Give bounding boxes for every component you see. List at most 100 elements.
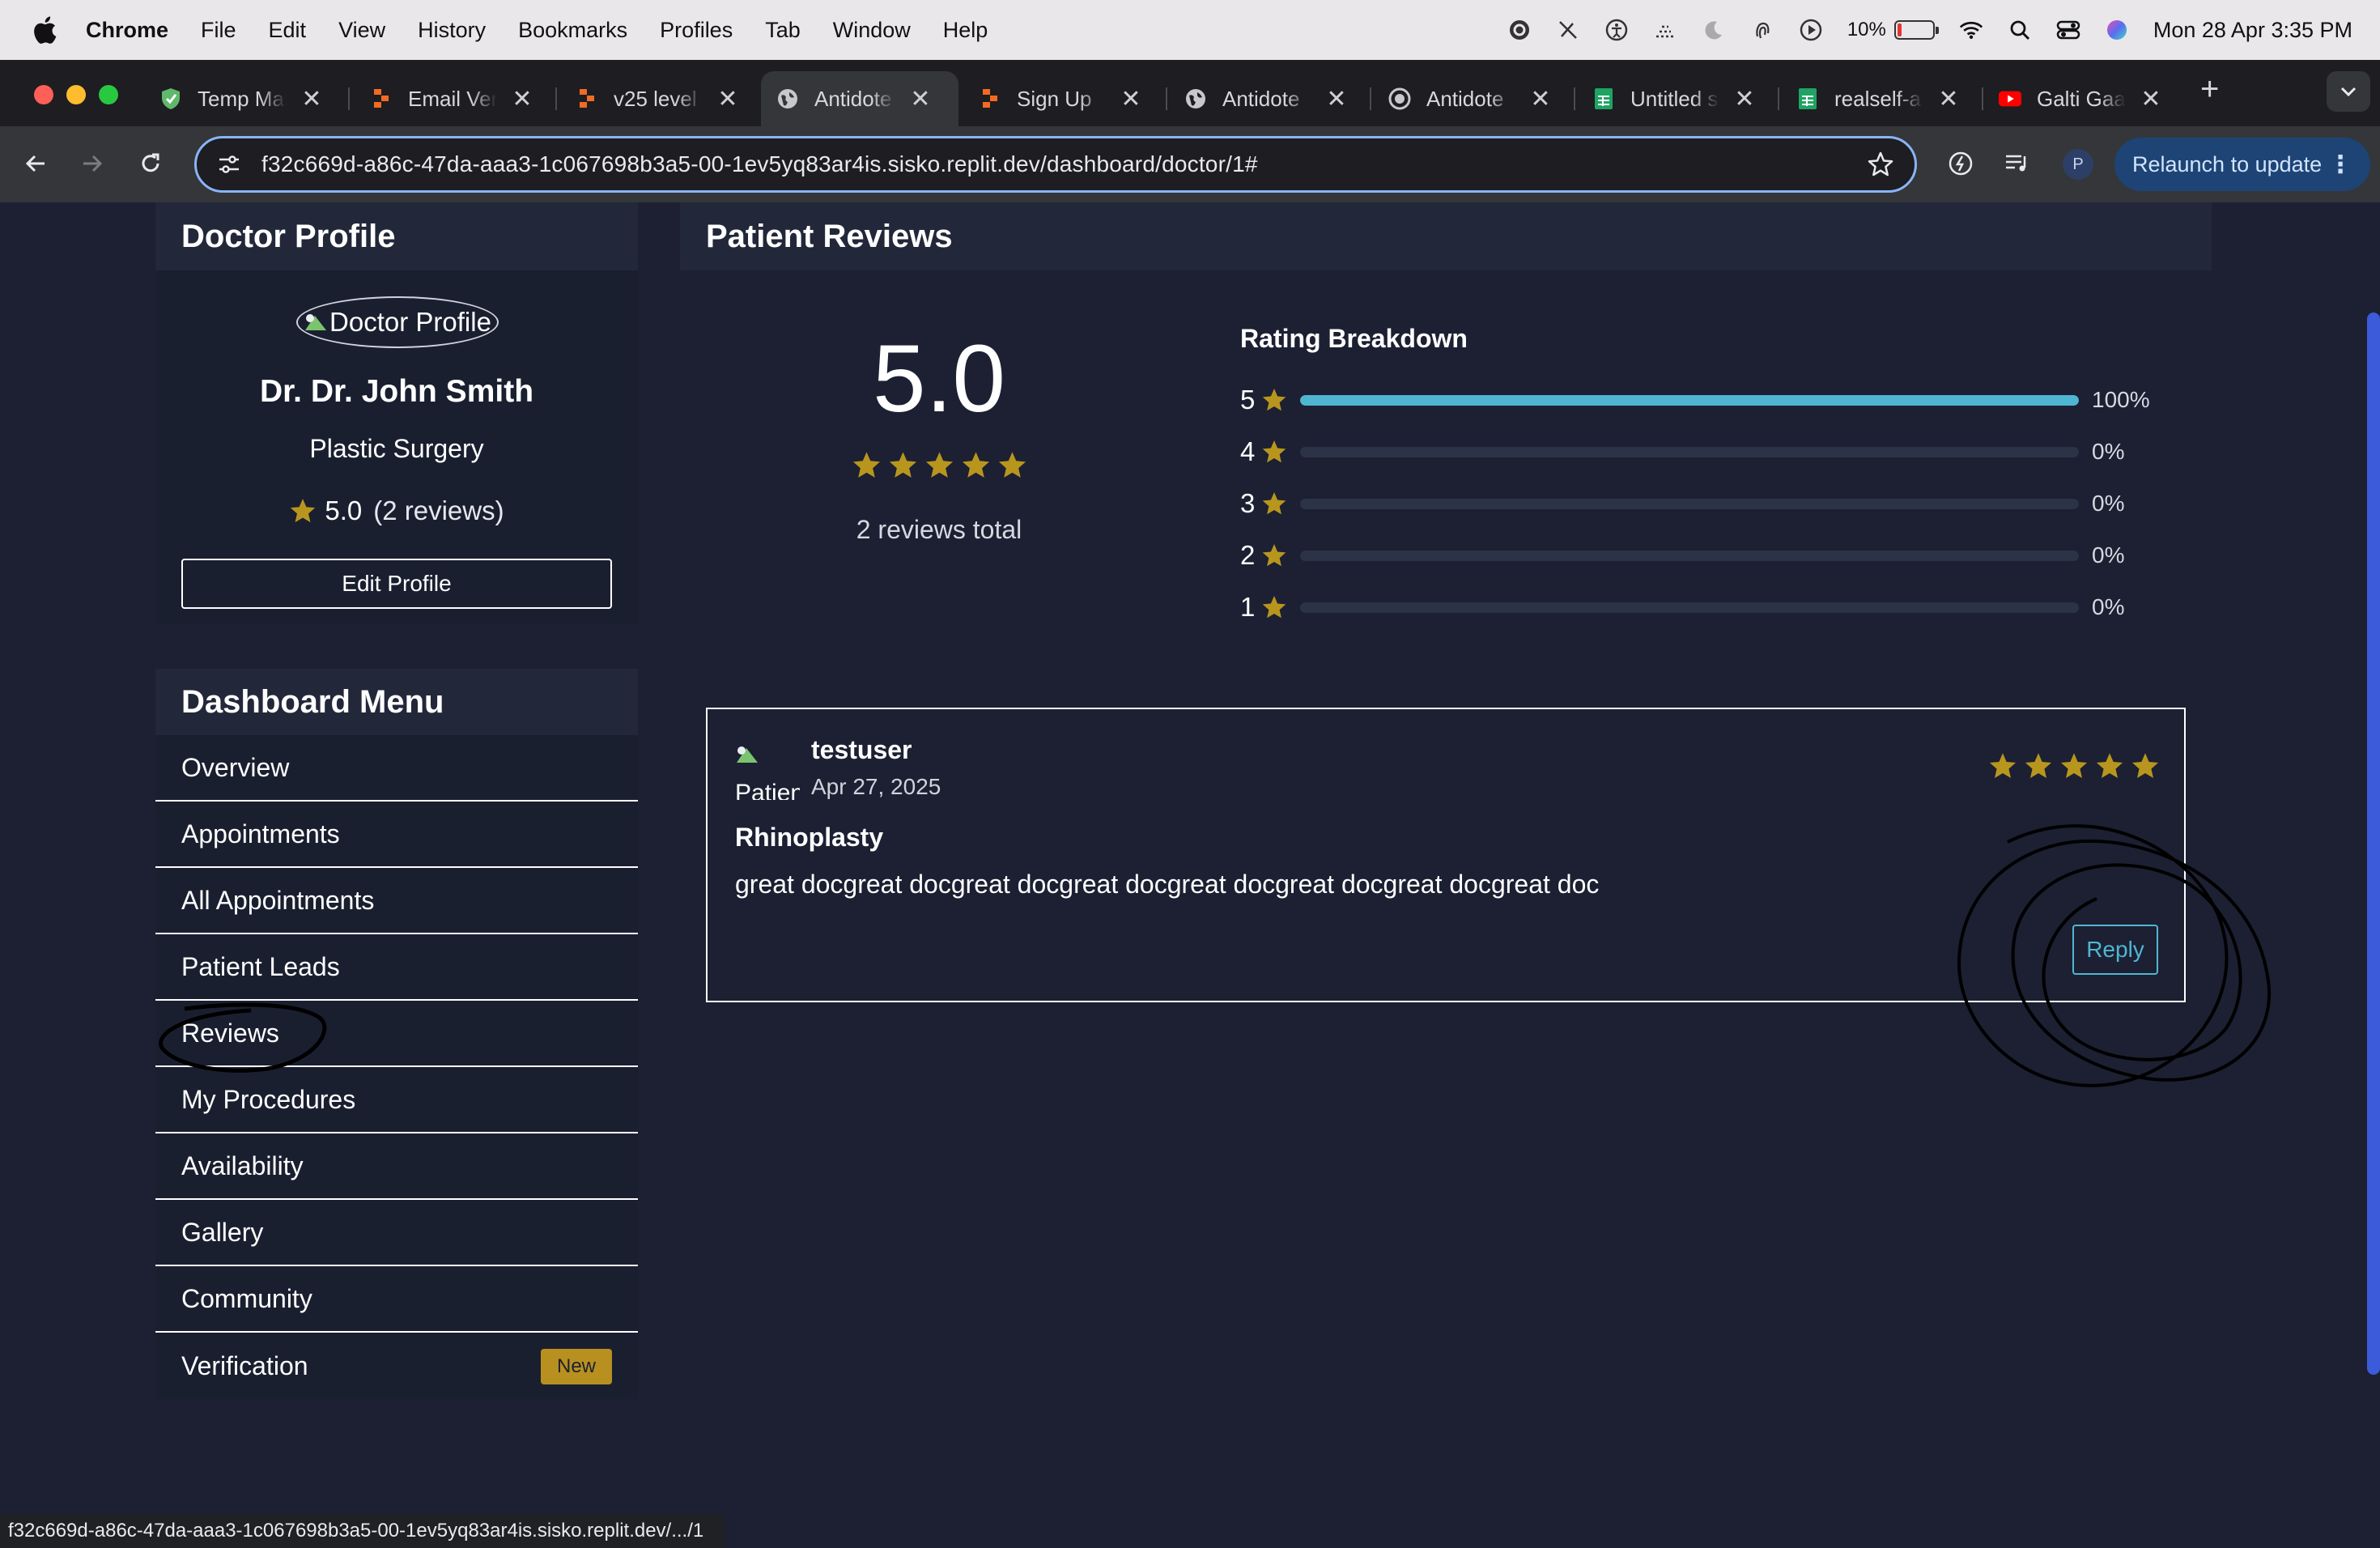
weather-icon[interactable] (1653, 18, 1677, 42)
menu-file[interactable]: File (201, 18, 236, 43)
new-badge: New (540, 1349, 612, 1384)
macos-menu-bar: Chrome File Edit View History Bookmarks … (0, 0, 2380, 60)
relaunch-to-update-button[interactable]: Relaunch to update ⋮ (2114, 138, 2370, 191)
menu-item-availability[interactable]: Availability (155, 1133, 638, 1200)
more-menu-icon[interactable]: ⋮ (2328, 151, 2352, 179)
menu-item-patient-leads[interactable]: Patient Leads (155, 934, 638, 1001)
menu-bookmarks[interactable]: Bookmarks (518, 18, 627, 43)
star-icon (889, 452, 917, 478)
battery-status[interactable]: 10% (1847, 19, 1939, 41)
address-url[interactable]: f32c669d-a86c-47da-aaa3-1c067698b3a5-00-… (261, 151, 1258, 177)
apple-icon[interactable] (32, 15, 58, 45)
menu-item-appointments[interactable]: Appointments (155, 802, 638, 868)
close-tab-icon[interactable]: ✕ (1324, 85, 1349, 113)
breakdown-percent: 0% (2092, 542, 2125, 568)
menu-help[interactable]: Help (943, 18, 988, 43)
menu-profiles[interactable]: Profiles (660, 18, 733, 43)
menu-tab[interactable]: Tab (765, 18, 801, 43)
reload-icon[interactable] (133, 146, 168, 181)
spotlight-search-icon[interactable] (2008, 18, 2032, 42)
breakdown-row-5: 5 100% (1240, 384, 2150, 416)
menu-app-name[interactable]: Chrome (86, 18, 168, 43)
browser-tab[interactable]: Temp Mail ✕ (159, 71, 324, 126)
menu-window[interactable]: Window (833, 18, 911, 43)
control-center-icon[interactable] (2056, 18, 2080, 42)
menu-item-label: Gallery (181, 1217, 264, 1247)
close-tab-icon[interactable]: ✕ (908, 85, 933, 113)
menu-item-community[interactable]: Community (155, 1266, 638, 1333)
edit-profile-button[interactable]: Edit Profile (181, 559, 612, 609)
accessibility-icon[interactable] (1604, 18, 1629, 42)
menubar-clock[interactable]: Mon 28 Apr 3:35 PM (2153, 18, 2352, 43)
tab-title: Antidote (1222, 86, 1300, 111)
moon-icon[interactable] (1702, 18, 1726, 42)
fingerprint-icon[interactable] (1750, 18, 1774, 42)
play-icon[interactable] (1799, 18, 1823, 42)
menu-edit[interactable]: Edit (269, 18, 307, 43)
shield-icon (159, 87, 183, 111)
menu-item-gallery[interactable]: Gallery (155, 1200, 638, 1266)
dashboard-menu-heading: Dashboard Menu (155, 669, 638, 735)
close-tab-icon[interactable]: ✕ (2139, 85, 2163, 113)
zoom-window-button[interactable] (99, 85, 118, 104)
wifi-icon[interactable] (1959, 18, 1983, 42)
doctor-specialty: Plastic Surgery (309, 434, 484, 463)
browser-tab[interactable]: realself-a ✕ (1796, 71, 1961, 126)
pen-slash-icon[interactable] (1556, 18, 1580, 42)
close-tab-icon[interactable]: ✕ (1936, 85, 1961, 113)
close-tab-icon[interactable]: ✕ (1732, 85, 1757, 113)
browser-tab[interactable]: Antidote ✕ (1388, 71, 1553, 126)
creative-cloud-icon[interactable] (1507, 18, 1532, 42)
close-tab-icon[interactable]: ✕ (1119, 85, 1143, 113)
breakdown-row-1: 1 0% (1240, 591, 2124, 623)
star-icon (1989, 753, 2017, 778)
profile-avatar[interactable]: P (2063, 149, 2093, 180)
forward-arrow-icon[interactable] (74, 146, 110, 181)
back-arrow-icon[interactable] (18, 146, 53, 181)
star-icon (852, 452, 881, 478)
menu-item-overview[interactable]: Overview (155, 735, 638, 802)
browser-tab[interactable]: Email Verification ✕ (369, 71, 534, 126)
reply-button[interactable]: Reply (2072, 925, 2158, 975)
doctor-rating-value: 5.0 (325, 495, 363, 525)
tab-search-button[interactable] (2327, 71, 2370, 112)
browser-tab[interactable]: Untitled spreadsheet ✕ (1592, 71, 1757, 126)
menu-view[interactable]: View (338, 18, 385, 43)
menu-item-label: Reviews (181, 1018, 279, 1048)
browser-tab[interactable]: Galti Gaan ✕ (1998, 71, 2163, 126)
bookmark-star-icon[interactable] (1866, 150, 1895, 179)
browser-tab-active[interactable]: Antidote ✕ (761, 71, 958, 126)
tab-title: Email Verification (408, 86, 497, 111)
dashboard-menu: Dashboard Menu Overview Appointments All… (155, 669, 638, 1399)
tab-title: Galti Gaan (2037, 86, 2126, 111)
browser-tab[interactable]: v25 level ✕ (575, 71, 740, 126)
close-tab-icon[interactable]: ✕ (510, 85, 534, 113)
page-scrollbar[interactable] (2367, 313, 2380, 1375)
menu-item-all-appointments[interactable]: All Appointments (155, 868, 638, 934)
menu-item-my-procedures[interactable]: My Procedures (155, 1067, 638, 1133)
address-bar[interactable]: f32c669d-a86c-47da-aaa3-1c067698b3a5-00-… (194, 136, 1917, 193)
new-tab-button[interactable]: + (2200, 71, 2219, 108)
browser-tab[interactable]: Sign Up ✕ (978, 71, 1143, 126)
media-controls-icon[interactable] (2000, 146, 2035, 181)
doctor-review-count: (2 reviews) (373, 495, 504, 525)
menu-history[interactable]: History (418, 18, 486, 43)
close-tab-icon[interactable]: ✕ (716, 85, 740, 113)
site-info-icon[interactable] (215, 150, 244, 179)
link-status-bar: f32c669d-a86c-47da-aaa3-1c067698b3a5-00-… (0, 1514, 725, 1548)
breakdown-bar-fill (1300, 394, 2079, 406)
menu-item-verification[interactable]: Verification New (155, 1333, 638, 1399)
menu-item-label: All Appointments (181, 885, 375, 915)
browser-tab[interactable]: Antidote ✕ (1184, 71, 1349, 126)
extension-speed-icon[interactable] (1943, 146, 1978, 181)
close-tab-icon[interactable]: ✕ (300, 85, 324, 113)
siri-icon[interactable] (2105, 18, 2129, 42)
minimize-window-button[interactable] (66, 85, 86, 104)
breakdown-star-count: 3 (1240, 488, 1256, 518)
star-icon (1262, 492, 1286, 515)
close-window-button[interactable] (34, 85, 53, 104)
close-tab-icon[interactable]: ✕ (1528, 85, 1553, 113)
loading-icon (1388, 87, 1412, 111)
reviewer-avatar-alt: Patient (735, 780, 800, 800)
menu-item-reviews[interactable]: Reviews (155, 1001, 638, 1067)
